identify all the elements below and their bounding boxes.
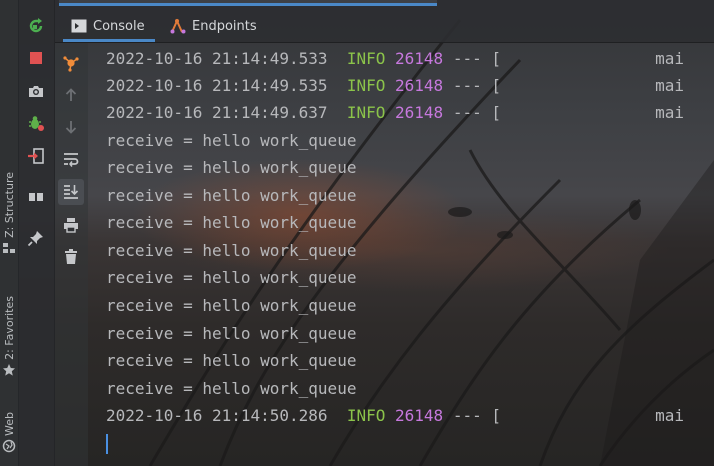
layout-icon — [29, 193, 43, 201]
log-line: 2022-10-16 21:14:49.533 INFO 26148 --- [… — [106, 49, 685, 68]
output-line: receive = hello work_queue — [106, 186, 357, 205]
console-icon — [71, 19, 87, 33]
rerun-icon — [29, 18, 43, 33]
scroll-to-end-icon — [64, 185, 79, 199]
globe-icon — [2, 439, 16, 453]
output-line: receive = hello work_queue — [106, 268, 357, 287]
structure-tab-label: Z: Structure — [2, 172, 16, 238]
output-line: receive = hello work_queue — [106, 296, 357, 315]
output-line: receive = hello work_queue — [106, 158, 357, 177]
tool-window-header: Console Endpoints — [55, 0, 714, 43]
actuator-button[interactable] — [60, 52, 82, 74]
next-occurrence-button[interactable] — [60, 116, 82, 138]
log-line: 2022-10-16 21:14:49.637 INFO 26148 --- [… — [106, 103, 685, 122]
scroll-to-end-button[interactable] — [58, 179, 84, 205]
output-line: receive = hello work_queue — [106, 379, 357, 398]
restore-layout-button[interactable] — [25, 186, 47, 208]
tab-endpoints[interactable]: Endpoints — [170, 14, 257, 38]
favorites-tab[interactable]: 2: Favorites — [0, 296, 18, 377]
debug-bug-icon — [29, 116, 44, 131]
tab-console[interactable]: Console — [71, 14, 145, 38]
output-line: receive = hello work_queue — [106, 213, 357, 232]
console-output[interactable]: 2022-10-16 21:14:49.533 INFO 26148 --- [… — [89, 43, 714, 466]
output-line: receive = hello work_queue — [106, 131, 357, 150]
run-toolbar — [19, 0, 55, 466]
dump-threads-button[interactable] — [25, 80, 47, 102]
arrow-up-icon — [65, 88, 77, 101]
pin-tab-button[interactable] — [25, 227, 47, 249]
print-button[interactable] — [60, 214, 82, 236]
rerun-button[interactable] — [25, 15, 47, 37]
output-line: receive = hello work_queue — [106, 241, 357, 260]
output-line: receive = hello work_queue — [106, 324, 357, 343]
tab-endpoints-label: Endpoints — [192, 18, 257, 34]
log-line: 2022-10-16 21:14:50.286 INFO 26148 --- [… — [106, 406, 685, 425]
web-tab-label: Web — [2, 412, 16, 436]
exit-button[interactable] — [25, 145, 47, 167]
text-caret — [106, 434, 108, 454]
trash-icon — [65, 249, 77, 264]
camera-icon — [29, 86, 43, 97]
structure-icon — [3, 242, 15, 253]
network-node-icon — [63, 56, 79, 72]
exit-icon — [28, 148, 44, 164]
star-icon — [3, 363, 15, 376]
clear-all-button[interactable] — [60, 246, 82, 268]
arrow-down-icon — [65, 121, 77, 134]
tab-console-label: Console — [93, 18, 145, 34]
debug-button[interactable] — [25, 112, 47, 134]
window-title-strip — [59, 0, 437, 6]
previous-occurrence-button[interactable] — [60, 84, 82, 106]
console-toolbar — [55, 43, 88, 466]
soft-wrap-icon — [64, 153, 79, 167]
soft-wrap-button[interactable] — [60, 148, 82, 170]
stop-icon — [30, 52, 42, 64]
log-line: 2022-10-16 21:14:49.535 INFO 26148 --- [… — [106, 76, 685, 95]
output-line: receive = hello work_queue — [106, 351, 357, 370]
pin-icon — [27, 231, 43, 247]
web-tab[interactable]: Web — [0, 412, 18, 453]
print-icon — [64, 218, 78, 233]
tool-window-stripe: Z: Structure 2: Favorites Web — [0, 0, 19, 466]
structure-tab[interactable]: Z: Structure — [0, 172, 18, 255]
active-tab-indicator — [63, 39, 155, 42]
stop-button[interactable] — [25, 47, 47, 69]
endpoints-icon — [170, 18, 186, 34]
favorites-tab-label: 2: Favorites — [2, 296, 16, 360]
ide-window: Z: Structure 2: Favorites Web Console En… — [0, 0, 714, 466]
